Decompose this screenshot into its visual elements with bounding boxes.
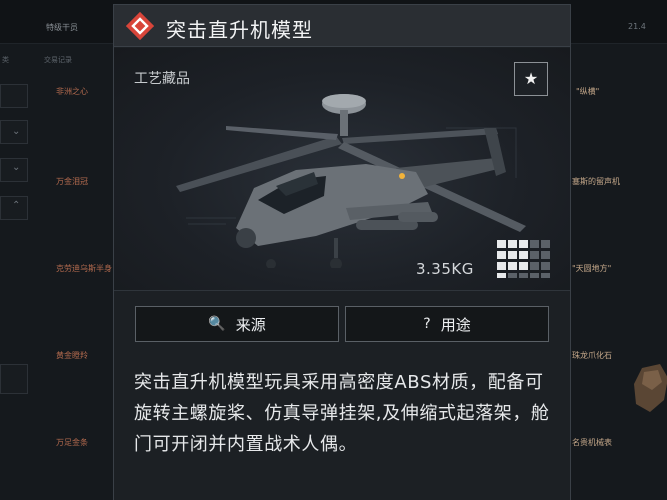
grid-cell <box>519 240 528 248</box>
item-title: 突击直升机模型 <box>166 18 313 42</box>
background-left-column <box>0 0 115 500</box>
background-sub-left: 类 <box>2 56 9 64</box>
background-right-column <box>570 0 667 500</box>
background-list-item[interactable]: "纵横" <box>576 86 599 97</box>
grid-cell <box>497 273 506 278</box>
grid-size-icon <box>497 240 550 278</box>
item-detail-panel: 突击直升机模型 工艺藏品 ★ 3.35KG 🔍 来源 ? 用途 突击直升机模型玩… <box>113 4 571 500</box>
grid-cell <box>508 273 517 278</box>
grid-cell <box>519 273 528 278</box>
grid-cell <box>541 251 550 259</box>
grid-cell <box>530 273 539 278</box>
grid-cell <box>530 262 539 270</box>
background-list-item[interactable]: 克劳迪乌斯半身 <box>56 263 112 274</box>
background-filter-box[interactable] <box>0 84 28 108</box>
grid-cell <box>541 240 550 248</box>
chevron-up-icon: ⌃ <box>12 200 21 211</box>
item-preview: 工艺藏品 ★ 3.35KG <box>114 48 570 290</box>
background-list-item[interactable]: 万足金条 <box>56 437 88 448</box>
question-icon: ? <box>423 316 431 332</box>
background-currency: 21.4 <box>628 22 646 31</box>
use-button[interactable]: ? 用途 <box>345 306 549 342</box>
chevron-down-icon: ⌄ <box>12 162 21 173</box>
source-button-label: 来源 <box>235 315 266 334</box>
use-button-label: 用途 <box>440 315 471 334</box>
source-button[interactable]: 🔍 来源 <box>135 306 339 342</box>
panel-header: 突击直升机模型 <box>114 5 570 47</box>
chevron-down-icon: ⌄ <box>12 126 21 137</box>
background-list-item[interactable]: 名贵机械表 <box>572 437 612 448</box>
background-list-item[interactable]: 珠龙爪化石 <box>572 350 612 361</box>
background-item-image <box>634 364 667 412</box>
divider <box>114 290 570 291</box>
background-trade-record[interactable]: 交易记录 <box>44 55 72 65</box>
grid-cell <box>519 262 528 270</box>
background-list-item[interactable]: 塞斯的留声机 <box>572 176 620 187</box>
background-list-item[interactable]: 黄金瞪羚 <box>56 350 88 361</box>
grid-cell <box>508 262 517 270</box>
diamond-rarity-icon <box>126 12 154 40</box>
grid-cell <box>497 262 506 270</box>
grid-cell <box>530 251 539 259</box>
grid-cell <box>519 251 528 259</box>
background-filter-box[interactable] <box>0 364 28 394</box>
grid-cell <box>508 251 517 259</box>
grid-cell <box>508 240 517 248</box>
helicopter-model-image <box>176 94 526 268</box>
background-list-item[interactable]: 万金泪冠 <box>56 176 88 187</box>
grid-cell <box>497 251 506 259</box>
background-list-item[interactable]: "天圆地方" <box>572 263 611 274</box>
grid-cell <box>530 240 539 248</box>
grid-cell <box>541 273 550 278</box>
item-description: 突击直升机模型玩具采用高密度ABS材质，配备可旋转主螺旋桨、仿真导弹挂架,及伸缩… <box>134 372 550 455</box>
item-weight: 3.35KG <box>416 260 474 278</box>
search-icon: 🔍 <box>208 316 226 332</box>
grid-cell <box>497 240 506 248</box>
background-list-item[interactable]: 非洲之心 <box>56 86 88 97</box>
background-tab[interactable]: 特级干员 <box>46 22 78 33</box>
game-screen: 特级干员 21.4 类 交易记录 ⌄ ⌄ ⌃ 非洲之心 万金泪冠 克劳迪乌斯半身… <box>0 0 667 500</box>
grid-cell <box>541 262 550 270</box>
